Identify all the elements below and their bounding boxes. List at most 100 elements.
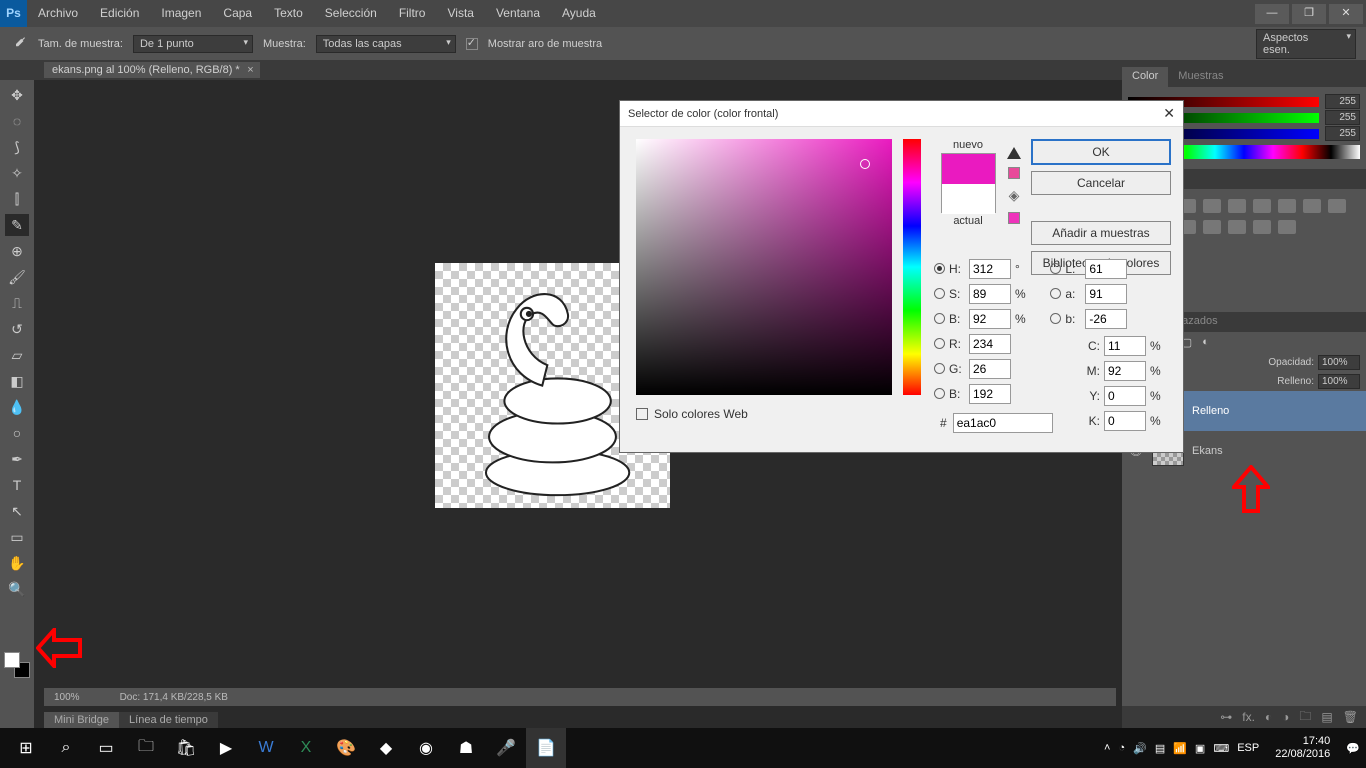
- notifications-icon[interactable]: 💬: [1346, 742, 1360, 755]
- layer-mask-icon[interactable]: ◐: [1265, 710, 1272, 724]
- lb-radio[interactable]: [1050, 313, 1061, 324]
- b-value[interactable]: 255: [1325, 126, 1360, 141]
- delete-layer-icon[interactable]: 🗑: [1343, 710, 1358, 724]
- app-icon[interactable]: ☗: [446, 728, 486, 768]
- gamut-warning-icon[interactable]: [1007, 147, 1021, 159]
- bval-input[interactable]: [969, 309, 1011, 329]
- brush-tool[interactable]: 🖌: [5, 266, 29, 288]
- eraser-tool[interactable]: ▱: [5, 344, 29, 366]
- hex-input[interactable]: [953, 413, 1053, 433]
- shape-tool[interactable]: ▭: [5, 526, 29, 548]
- new-layer-icon[interactable]: ▤: [1321, 710, 1332, 724]
- store-icon[interactable]: 🛍: [166, 728, 206, 768]
- g-radio[interactable]: [934, 363, 945, 374]
- excel-icon[interactable]: X: [286, 728, 326, 768]
- menu-filtro[interactable]: Filtro: [388, 0, 437, 27]
- opacity-value[interactable]: 100%: [1318, 355, 1360, 370]
- mini-bridge-tab[interactable]: Mini Bridge: [44, 712, 119, 728]
- b2-radio[interactable]: [934, 388, 945, 399]
- notepad-icon[interactable]: 📄: [526, 728, 566, 768]
- g-value[interactable]: 255: [1325, 110, 1360, 125]
- chrome-icon[interactable]: ◉: [406, 728, 446, 768]
- battery-icon[interactable]: ▣: [1195, 742, 1205, 755]
- swatches-panel-tab[interactable]: Muestras: [1168, 67, 1233, 87]
- wand-tool[interactable]: ✧: [5, 162, 29, 184]
- gradient-tool[interactable]: ◧: [5, 370, 29, 392]
- dodge-tool[interactable]: ○: [5, 422, 29, 444]
- adj-icon[interactable]: [1228, 199, 1246, 213]
- mic-icon[interactable]: 🎤: [486, 728, 526, 768]
- search-icon[interactable]: ⌕: [46, 728, 86, 768]
- crop-tool[interactable]: ⫿: [5, 188, 29, 210]
- keyboard-icon[interactable]: ⌨: [1213, 742, 1229, 755]
- timeline-tab[interactable]: Línea de tiempo: [119, 712, 218, 728]
- web-only-checkbox[interactable]: [636, 408, 648, 420]
- paint-icon[interactable]: 🎨: [326, 728, 366, 768]
- s-input[interactable]: [969, 284, 1011, 304]
- adj-icon[interactable]: [1203, 220, 1221, 234]
- color-panel-tab[interactable]: Color: [1122, 67, 1168, 87]
- adj-icon[interactable]: [1303, 199, 1321, 213]
- group-icon[interactable]: 🗀: [1299, 707, 1311, 728]
- g-input[interactable]: [969, 359, 1011, 379]
- menu-imagen[interactable]: Imagen: [150, 0, 212, 27]
- adj-icon[interactable]: [1253, 220, 1271, 234]
- a-radio[interactable]: [1050, 288, 1061, 299]
- window-close-button[interactable]: ✕: [1329, 4, 1363, 24]
- wifi-icon[interactable]: 📶: [1173, 742, 1187, 755]
- adj-icon[interactable]: [1228, 220, 1246, 234]
- stamp-tool[interactable]: ⎍: [5, 292, 29, 314]
- r-value[interactable]: 255: [1325, 94, 1360, 109]
- link-layers-icon[interactable]: ⊶: [1220, 710, 1232, 724]
- eyedropper-tool[interactable]: ✎: [5, 214, 29, 236]
- ok-button[interactable]: OK: [1031, 139, 1171, 165]
- hand-tool[interactable]: ✋: [5, 552, 29, 574]
- menu-capa[interactable]: Capa: [212, 0, 263, 27]
- show-ring-checkbox[interactable]: [466, 38, 478, 50]
- close-tab-icon[interactable]: ×: [247, 64, 253, 76]
- explorer-icon[interactable]: 🗀: [126, 728, 166, 768]
- r-radio[interactable]: [934, 338, 945, 349]
- word-icon[interactable]: W: [246, 728, 286, 768]
- menu-vista[interactable]: Vista: [436, 0, 484, 27]
- fill-value[interactable]: 100%: [1318, 374, 1360, 389]
- h-radio[interactable]: [934, 263, 945, 274]
- type-tool[interactable]: T: [5, 474, 29, 496]
- system-clock[interactable]: 17:40 22/08/2016: [1267, 735, 1338, 761]
- c-input[interactable]: [1104, 336, 1146, 356]
- language-indicator[interactable]: ESP: [1237, 742, 1259, 754]
- r-input[interactable]: [969, 334, 1011, 354]
- adjustment-layer-icon[interactable]: ◑: [1282, 710, 1289, 724]
- sample-size-select[interactable]: De 1 punto: [133, 35, 253, 53]
- k-input[interactable]: [1104, 411, 1146, 431]
- add-swatch-button[interactable]: Añadir a muestras: [1031, 221, 1171, 245]
- move-tool[interactable]: ✥: [5, 84, 29, 106]
- y-input[interactable]: [1104, 386, 1146, 406]
- color-swatches[interactable]: [4, 652, 30, 678]
- heal-tool[interactable]: ⊕: [5, 240, 29, 262]
- websafe-swatch[interactable]: [1008, 212, 1020, 224]
- history-brush-tool[interactable]: ↺: [5, 318, 29, 340]
- lasso-tool[interactable]: ⟆: [5, 136, 29, 158]
- m-input[interactable]: [1104, 361, 1146, 381]
- menu-ayuda[interactable]: Ayuda: [551, 0, 607, 27]
- marquee-tool[interactable]: ◌: [5, 110, 29, 132]
- path-tool[interactable]: ↖: [5, 500, 29, 522]
- zoom-level[interactable]: 100%: [54, 692, 80, 703]
- layer-filter-icon[interactable]: ◐: [1202, 336, 1209, 349]
- adj-icon[interactable]: [1278, 199, 1296, 213]
- l-input[interactable]: [1085, 259, 1127, 279]
- tray-chevron-icon[interactable]: ˄: [1104, 742, 1110, 754]
- document-tab[interactable]: ekans.png al 100% (Relleno, RGB/8) *×: [44, 62, 260, 78]
- window-restore-button[interactable]: ❐: [1292, 4, 1326, 24]
- volume-icon[interactable]: 🔊: [1133, 742, 1147, 755]
- layer-fx-icon[interactable]: fx.: [1242, 710, 1255, 724]
- adj-icon[interactable]: [1253, 199, 1271, 213]
- a-input[interactable]: [1085, 284, 1127, 304]
- workspace-select[interactable]: Aspectos esen.: [1256, 29, 1356, 59]
- lb-input[interactable]: [1085, 309, 1127, 329]
- menu-edicion[interactable]: Edición: [89, 0, 150, 27]
- adj-icon[interactable]: [1278, 220, 1296, 234]
- foreground-color-swatch[interactable]: [4, 652, 20, 668]
- l-radio[interactable]: [1050, 263, 1061, 274]
